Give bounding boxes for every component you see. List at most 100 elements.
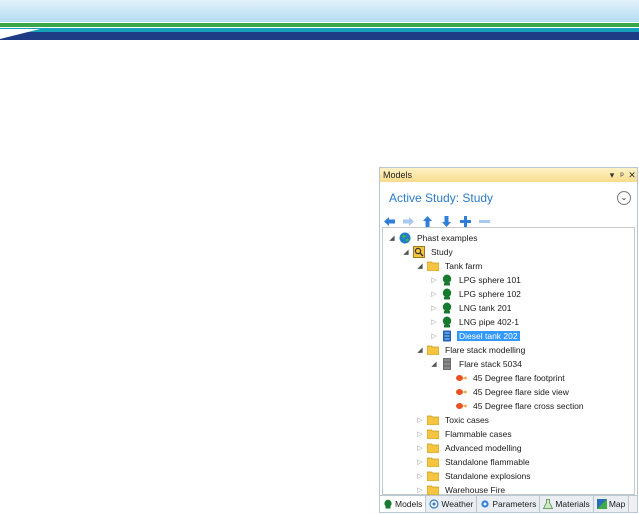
tree-node-label: 45 Degree flare cross section	[473, 401, 584, 411]
tree-node-advanced-modelling[interactable]: ▷ Advanced modelling	[415, 441, 524, 455]
collapsed-arrow-icon[interactable]: ▷	[429, 332, 439, 340]
expanded-arrow-icon[interactable]: ◢	[415, 346, 425, 354]
models-icon	[383, 499, 393, 509]
folder-icon	[427, 428, 439, 440]
models-panel: Models ▾ ᵖ ✕ Active Study: Study ⌄ ◢ Pha…	[379, 167, 638, 513]
tree-node-label: LPG sphere 102	[459, 289, 521, 299]
tree-node-study[interactable]: ◢ Study	[401, 245, 455, 259]
folder-icon	[427, 414, 439, 426]
folder-icon	[427, 442, 439, 454]
tree-node-label: Warehouse Fire	[445, 485, 506, 495]
panel-close-button[interactable]: ✕	[627, 170, 637, 181]
collapsed-arrow-icon[interactable]: ▷	[429, 318, 439, 326]
flare-icon	[455, 386, 467, 398]
tree-node-label: Standalone flammable	[445, 457, 530, 467]
tab-label: Parameters	[492, 499, 537, 509]
tree-node-label: Study	[431, 247, 453, 257]
tree-node-lng-tank-201[interactable]: ▷ LNG tank 201	[429, 301, 513, 315]
arrow-up-icon[interactable]	[421, 215, 434, 228]
vessel-icon	[441, 288, 453, 300]
tree-node-label: LNG tank 201	[459, 303, 512, 313]
tree-node-phast-examples[interactable]: ◢ Phast examples	[387, 231, 479, 245]
vessel-icon	[441, 302, 453, 314]
tree-node-flare-cross-section[interactable]: 45 Degree flare cross section	[453, 399, 586, 413]
tab-label: Map	[608, 499, 626, 509]
collapsed-arrow-icon[interactable]: ▷	[429, 304, 439, 312]
tree-node-lpg-sphere-101[interactable]: ▷ LPG sphere 101	[429, 273, 523, 287]
tree-node-lng-pipe-402-1[interactable]: ▷ LNG pipe 402-1	[429, 315, 521, 329]
study-icon	[413, 246, 425, 258]
arrow-right-icon[interactable]	[402, 215, 415, 228]
tree-node-label: Tank farm	[445, 261, 483, 271]
folder-icon	[427, 260, 439, 272]
banner-stripe-navy	[0, 32, 639, 40]
active-study-row: Active Study: Study ⌄	[380, 186, 637, 210]
collapsed-arrow-icon[interactable]: ▷	[415, 430, 425, 438]
collapsed-arrow-icon[interactable]: ▷	[415, 486, 425, 494]
tree-node-flare-side-view[interactable]: 45 Degree flare side view	[453, 385, 571, 399]
tree-node-flammable-cases[interactable]: ▷ Flammable cases	[415, 427, 514, 441]
tree-node-lpg-sphere-102[interactable]: ▷ LPG sphere 102	[429, 287, 523, 301]
tree-node-label: Flare stack 5034	[459, 359, 522, 369]
stack-icon	[441, 358, 453, 370]
tab-materials[interactable]: Materials	[540, 496, 594, 512]
tree-node-flare-stack-5034[interactable]: ◢ Flare stack 5034	[429, 357, 524, 371]
tree-node-flare-stack-modelling[interactable]: ◢ Flare stack modelling	[415, 343, 527, 357]
tab-map[interactable]: Map	[593, 496, 630, 512]
vessel-icon	[441, 316, 453, 328]
tab-label: Materials	[555, 499, 590, 509]
weather-icon	[429, 499, 440, 509]
map-icon	[596, 499, 607, 509]
expanded-arrow-icon[interactable]: ◢	[415, 262, 425, 270]
tab-label: Models	[395, 499, 423, 509]
collapsed-arrow-icon[interactable]: ▷	[415, 472, 425, 480]
tree-node-label: Toxic cases	[445, 415, 489, 425]
collapsed-arrow-icon[interactable]: ▷	[415, 444, 425, 452]
banner-sky	[0, 0, 639, 22]
tree-node-standalone-flammable[interactable]: ▷ Standalone flammable	[415, 455, 532, 469]
tab-label: Weather	[441, 499, 474, 509]
panel-dropdown-button[interactable]: ▾	[607, 170, 617, 181]
tree-node-label: Diesel tank 202	[457, 331, 520, 341]
active-study-title: Active Study: Study	[389, 191, 494, 205]
expanded-arrow-icon[interactable]: ◢	[429, 360, 439, 368]
flare-icon	[455, 400, 467, 412]
tree-node-flare-footprint[interactable]: 45 Degree flare footprint	[453, 371, 567, 385]
expanded-arrow-icon[interactable]: ◢	[387, 234, 397, 242]
tree-node-tank-farm[interactable]: ◢ Tank farm	[415, 259, 484, 273]
plus-icon[interactable]	[459, 215, 472, 228]
collapsed-arrow-icon[interactable]: ▷	[429, 276, 439, 284]
tree-node-label: Flammable cases	[445, 429, 512, 439]
folder-icon	[427, 456, 439, 468]
parameters-icon	[480, 499, 490, 509]
tab-parameters[interactable]: Parameters	[477, 496, 541, 512]
folder-icon	[427, 470, 439, 482]
tree-node-label: Standalone explosions	[445, 471, 531, 481]
collapsed-arrow-icon[interactable]: ▷	[415, 416, 425, 424]
tree-node-label: Phast examples	[417, 233, 478, 243]
tree-node-label: 45 Degree flare side view	[473, 387, 569, 397]
collapsed-arrow-icon[interactable]: ▷	[415, 458, 425, 466]
materials-icon	[543, 499, 554, 509]
arrow-down-icon[interactable]	[440, 215, 453, 228]
tree-node-label: LNG pipe 402-1	[459, 317, 520, 327]
panel-title: Models	[383, 170, 413, 180]
model-tree[interactable]: ◢ Phast examples ◢ Study ◢ Tank farm ▷ L…	[382, 227, 635, 495]
tank-icon	[441, 330, 453, 342]
flare-icon	[455, 372, 467, 384]
tree-node-standalone-explosions[interactable]: ▷ Standalone explosions	[415, 469, 533, 483]
vessel-icon	[441, 274, 453, 286]
panel-pin-button[interactable]: ᵖ	[617, 170, 627, 180]
collapse-expand-button[interactable]: ⌄	[617, 191, 631, 205]
tree-node-toxic-cases[interactable]: ▷ Toxic cases	[415, 413, 491, 427]
expanded-arrow-icon[interactable]: ◢	[401, 248, 411, 256]
tab-models[interactable]: Models	[380, 496, 427, 512]
tree-node-label: 45 Degree flare footprint	[473, 373, 565, 383]
panel-titlebar: Models ▾ ᵖ ✕	[380, 168, 637, 182]
tree-node-diesel-tank-202[interactable]: ▷ Diesel tank 202	[429, 329, 520, 343]
tree-node-label: LPG sphere 101	[459, 275, 521, 285]
minus-icon[interactable]	[478, 215, 491, 228]
arrow-left-icon[interactable]	[383, 215, 396, 228]
collapsed-arrow-icon[interactable]: ▷	[429, 290, 439, 298]
tab-weather[interactable]: Weather	[426, 496, 478, 512]
